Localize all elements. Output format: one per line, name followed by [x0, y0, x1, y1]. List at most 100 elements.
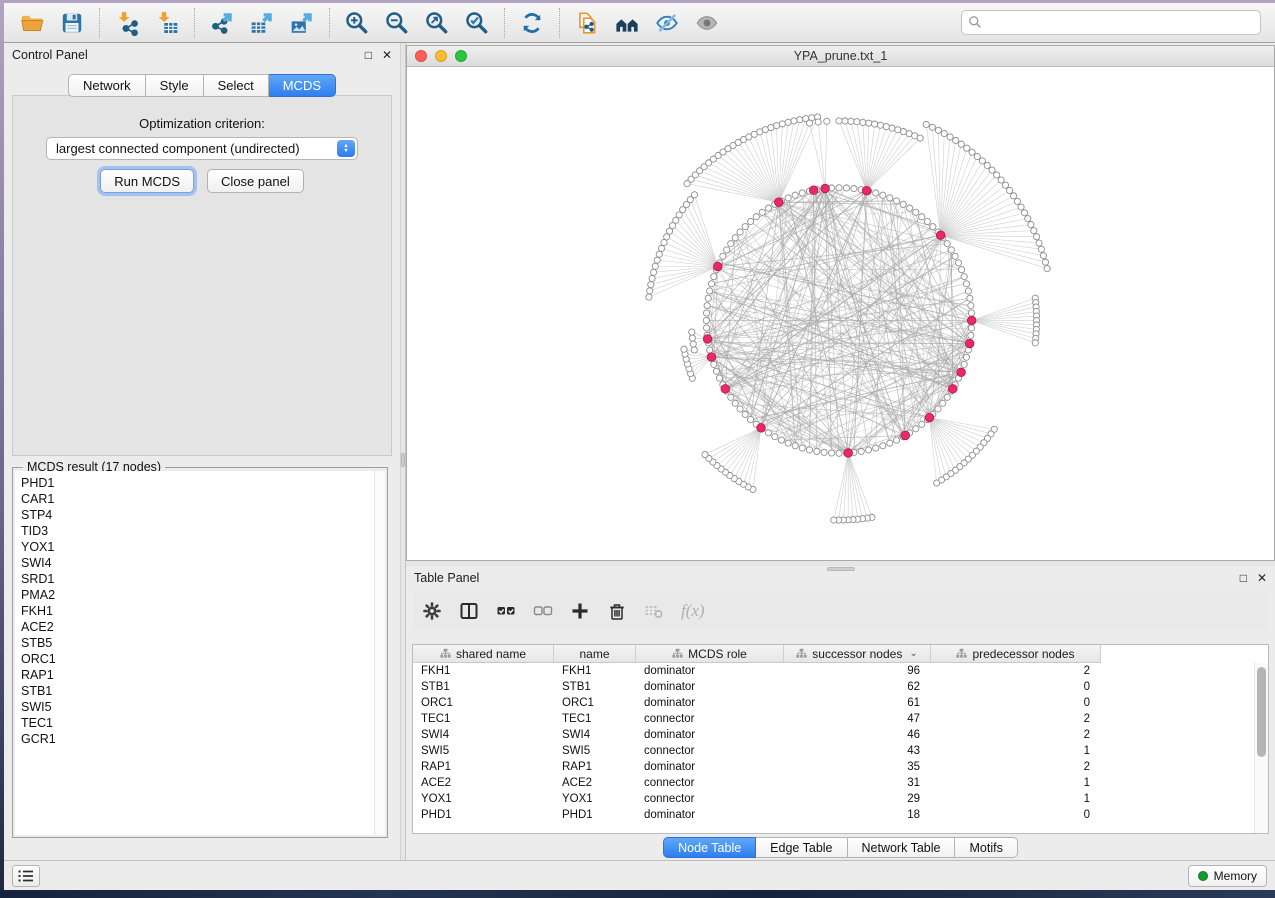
table-row[interactable]: RAP1RAP1dominator352 — [413, 759, 1254, 775]
table-cell[interactable]: connector — [636, 745, 784, 757]
table-cell[interactable]: 2 — [931, 729, 1101, 741]
zoom-fit-icon[interactable] — [422, 8, 452, 38]
table-cell[interactable]: TEC1 — [554, 713, 636, 725]
table-cell[interactable]: 29 — [784, 793, 931, 805]
table-row[interactable]: YOX1YOX1connector291 — [413, 791, 1254, 807]
table-cell[interactable]: RAP1 — [413, 761, 554, 773]
import-network-icon[interactable] — [112, 8, 142, 38]
zoom-selected-icon[interactable] — [462, 8, 492, 38]
table-cell[interactable]: YOX1 — [554, 793, 636, 805]
mcds-result-item[interactable]: TEC1 — [15, 715, 385, 731]
table-cell[interactable]: SWI4 — [413, 729, 554, 741]
table-cell[interactable]: 0 — [931, 809, 1101, 821]
delete-column-icon[interactable] — [607, 601, 627, 621]
export-image-icon[interactable] — [287, 8, 317, 38]
table-cell[interactable]: 96 — [784, 665, 931, 677]
table-cell[interactable]: connector — [636, 777, 784, 789]
refresh-view-icon[interactable] — [517, 8, 547, 38]
mcds-result-item[interactable]: PMA2 — [15, 587, 385, 603]
mcds-result-item[interactable]: TID3 — [15, 523, 385, 539]
table-cell[interactable]: 47 — [784, 713, 931, 725]
mcds-result-item[interactable]: SWI5 — [15, 699, 385, 715]
mcds-result-item[interactable]: STP4 — [15, 507, 385, 523]
export-table-icon[interactable] — [247, 8, 277, 38]
table-cell[interactable]: SWI4 — [554, 729, 636, 741]
mcds-result-item[interactable]: GCR1 — [15, 731, 385, 747]
table-cell[interactable]: dominator — [636, 761, 784, 773]
table-cell[interactable]: 62 — [784, 681, 931, 693]
table-cell[interactable]: 2 — [931, 713, 1101, 725]
mcds-result-item[interactable]: FKH1 — [15, 603, 385, 619]
table-cell[interactable]: STB1 — [554, 681, 636, 693]
mcds-list-scrollbar[interactable] — [374, 471, 385, 835]
deselect-all-icon[interactable] — [533, 601, 553, 621]
table-scrollbar[interactable] — [1254, 663, 1268, 833]
table-row[interactable]: ORC1ORC1dominator610 — [413, 695, 1254, 711]
table-cell[interactable]: 61 — [784, 697, 931, 709]
mcds-result-item[interactable]: RAP1 — [15, 667, 385, 683]
show-all-icon[interactable] — [692, 8, 722, 38]
mcds-result-item[interactable]: ACE2 — [15, 619, 385, 635]
splitter-grip[interactable] — [401, 453, 405, 467]
mcds-result-item[interactable]: PHD1 — [15, 475, 385, 491]
table-cell[interactable]: dominator — [636, 729, 784, 741]
zoom-out-icon[interactable] — [382, 8, 412, 38]
memory-button[interactable]: Memory — [1188, 865, 1267, 887]
table-cell[interactable]: 2 — [931, 665, 1101, 677]
import-table-icon[interactable] — [152, 8, 182, 38]
float-panel-icon[interactable]: □ — [365, 49, 372, 61]
zoom-in-icon[interactable] — [342, 8, 372, 38]
table-cell[interactable]: 1 — [931, 793, 1101, 805]
tab-motifs[interactable]: Motifs — [955, 837, 1017, 858]
export-network-icon[interactable] — [207, 8, 237, 38]
table-cell[interactable]: TEC1 — [413, 713, 554, 725]
hide-selected-icon[interactable] — [652, 8, 682, 38]
table-cell[interactable]: YOX1 — [413, 793, 554, 805]
open-session-icon[interactable] — [17, 8, 47, 38]
column-header-predecessor-nodes[interactable]: predecessor nodes — [931, 645, 1101, 663]
table-panel-grip[interactable] — [827, 567, 855, 571]
column-header-shared-name[interactable]: shared name — [413, 645, 554, 663]
mcds-result-item[interactable]: STB1 — [15, 683, 385, 699]
table-cell[interactable]: ACE2 — [554, 777, 636, 789]
tab-network-table[interactable]: Network Table — [848, 837, 956, 858]
first-neighbors-icon[interactable] — [612, 8, 642, 38]
table-cell[interactable]: RAP1 — [554, 761, 636, 773]
column-header-mcds-role[interactable]: MCDS role — [636, 645, 784, 663]
table-cell[interactable]: FKH1 — [413, 665, 554, 677]
mcds-result-item[interactable]: CAR1 — [15, 491, 385, 507]
table-cell[interactable]: 18 — [784, 809, 931, 821]
table-cell[interactable]: STB1 — [413, 681, 554, 693]
close-panel-icon[interactable]: ✕ — [382, 49, 392, 61]
table-cell[interactable]: PHD1 — [413, 809, 554, 821]
table-cell[interactable]: 31 — [784, 777, 931, 789]
table-cell[interactable]: 1 — [931, 777, 1101, 789]
column-header-successor-nodes[interactable]: successor nodes⌄ — [784, 645, 931, 663]
table-row[interactable]: FKH1FKH1dominator962 — [413, 663, 1254, 679]
table-cell[interactable]: connector — [636, 713, 784, 725]
table-cell[interactable]: 2 — [931, 761, 1101, 773]
table-options-gear-icon[interactable] — [422, 601, 442, 621]
table-cell[interactable]: 1 — [931, 745, 1101, 757]
save-session-icon[interactable] — [57, 8, 87, 38]
add-column-icon[interactable] — [570, 601, 590, 621]
tab-edge-table[interactable]: Edge Table — [756, 837, 847, 858]
mcds-result-item[interactable]: STB5 — [15, 635, 385, 651]
mcds-result-item[interactable]: YOX1 — [15, 539, 385, 555]
mcds-result-item[interactable]: ORC1 — [15, 651, 385, 667]
close-table-panel-icon[interactable]: ✕ — [1257, 572, 1267, 584]
table-cell[interactable]: SWI5 — [554, 745, 636, 757]
run-mcds-button[interactable]: Run MCDS — [100, 169, 194, 193]
table-scrollbar-thumb[interactable] — [1257, 667, 1266, 757]
table-cell[interactable]: 0 — [931, 697, 1101, 709]
table-row[interactable]: SWI4SWI4dominator462 — [413, 727, 1254, 743]
table-row[interactable]: STB1STB1dominator620 — [413, 679, 1254, 695]
table-cell[interactable]: SWI5 — [413, 745, 554, 757]
network-canvas[interactable] — [407, 67, 1274, 560]
select-all-icon[interactable] — [496, 601, 516, 621]
tab-mcds[interactable]: MCDS — [269, 74, 336, 97]
table-cell[interactable]: FKH1 — [554, 665, 636, 677]
table-cell[interactable]: dominator — [636, 681, 784, 693]
table-cell[interactable]: ORC1 — [554, 697, 636, 709]
mcds-result-item[interactable]: SRD1 — [15, 571, 385, 587]
